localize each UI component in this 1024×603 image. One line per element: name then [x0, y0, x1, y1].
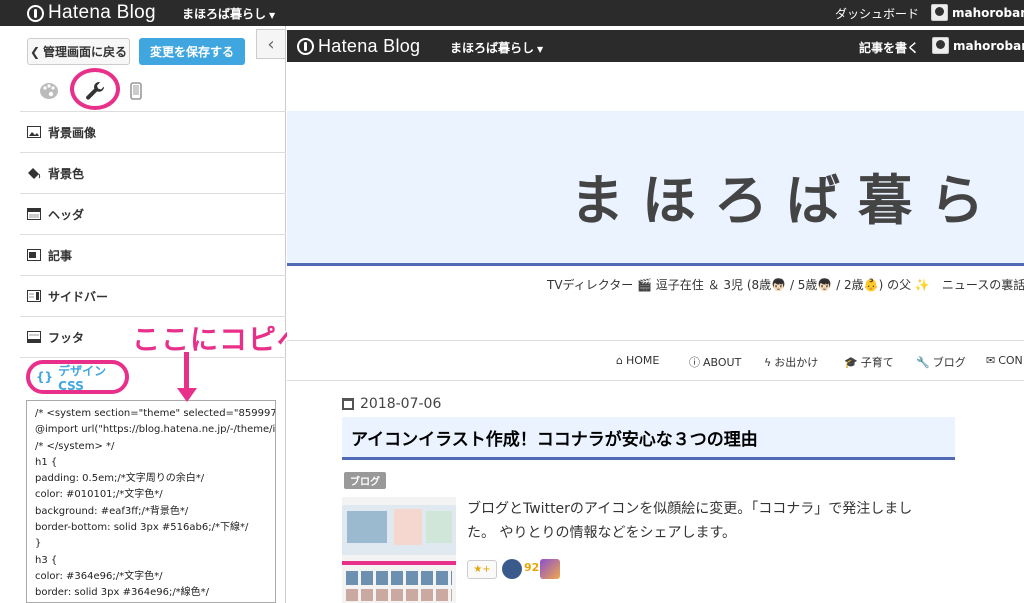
footer-layout-icon [27, 331, 41, 343]
hatena-topbar: Hatena Blog まほろば暮らし▼ ダッシュボード mahoroban▼ [0, 0, 1024, 26]
home-icon: ⌂ [616, 354, 623, 367]
bolt-icon: ϟ [764, 355, 772, 369]
blog-description: TVディレクター 🎬 逗子在住 ＆ 3児 (8歳👦🏻 / 5歳👦🏻 / 2歳👶)… [547, 278, 1024, 292]
star-user-avatar[interactable] [502, 559, 522, 579]
info-icon: ⓘ [689, 356, 700, 369]
graduation-cap-icon: 🎓 [844, 355, 858, 369]
back-to-admin-button[interactable]: ❮ 管理画面に戻る [27, 38, 130, 65]
blog-title[interactable]: まほろば暮ら [570, 156, 1002, 235]
post-excerpt: ブログとTwitterのアイコンを似顔絵に変更。「ココナラ」で発注しまし た。 … [467, 501, 913, 541]
divider [287, 340, 1024, 341]
tab-theme[interactable] [34, 76, 64, 106]
section-background-image[interactable]: 背景画像 [20, 111, 286, 152]
header-layout-icon [27, 208, 41, 220]
design-css-heading[interactable]: {} デザインCSS [26, 360, 129, 394]
preview-blog-switcher[interactable]: まほろば暮らし ▼ [450, 39, 543, 56]
dashboard-link[interactable]: ダッシュボード [835, 5, 919, 22]
annotation-copy-here: ここにコピペ [132, 323, 307, 356]
design-css-textarea[interactable]: /* <system section="theme" selected="859… [26, 400, 276, 603]
arrow-down-icon [177, 388, 197, 402]
nav-outings[interactable]: ϟ お出かけ [764, 354, 818, 370]
post-thumbnail[interactable] [342, 497, 456, 603]
nav-home[interactable]: ⌂ HOME [616, 354, 659, 367]
left-edge [0, 26, 20, 603]
preview-user-menu[interactable]: mahoroban▼ [932, 37, 1024, 54]
hatena-logo-icon [297, 37, 314, 55]
section-background-color[interactable]: 背景色 [20, 152, 286, 193]
nav-contact[interactable]: ✉ CON [986, 354, 1023, 367]
user-menu[interactable]: mahoroban▼ [931, 4, 1024, 21]
nav-blog[interactable]: 🔧 ブログ [916, 354, 966, 370]
annotation-arrow [184, 352, 189, 392]
envelope-icon: ✉ [986, 354, 996, 367]
post-title[interactable]: アイコンイラスト作成！ココナラが安心な３つの理由 [342, 417, 955, 460]
preview-topbar: Hatena Blog まほろば暮らし▼ 記事を書く mahoroban▼ [287, 30, 1024, 62]
avatar [931, 4, 948, 21]
chevron-left-icon: ‹ [267, 33, 275, 55]
design-panel: ‹ ❮ 管理画面に戻る 変更を保存する 背景画像 背景色 ヘッダ 記事 サイドバー… [20, 26, 286, 603]
tab-smartphone[interactable] [121, 76, 151, 106]
article-layout-icon [27, 249, 41, 261]
nav-about[interactable]: ⓘ ABOUT [689, 354, 741, 370]
braces-icon: {} [36, 370, 54, 384]
palette-icon [40, 83, 58, 99]
preview-hatena-logo[interactable]: Hatena Blog [297, 33, 420, 59]
caret-down-icon: ▼ [269, 11, 276, 20]
nav-parenting[interactable]: 🎓 子育て [844, 354, 894, 370]
chevron-left-icon: ❮ [29, 44, 41, 59]
star-user-avatar[interactable] [540, 559, 560, 579]
star-count[interactable]: 92 [524, 561, 539, 574]
divider [287, 380, 1024, 381]
blog-preview: Hatena Blog まほろば暮らし▼ 記事を書く mahoroban▼ まほ… [287, 26, 1024, 603]
design-tabs [20, 68, 286, 116]
section-sidebar[interactable]: サイドバー [20, 275, 286, 316]
section-header[interactable]: ヘッダ [20, 193, 286, 234]
add-star-button[interactable]: ★+ [467, 560, 497, 579]
category-badge[interactable]: ブログ [344, 472, 386, 489]
paint-bucket-icon [28, 168, 41, 179]
wrench-icon: 🔧 [916, 355, 930, 369]
post-date: 2018-07-06 [342, 396, 441, 412]
blog-switcher[interactable]: まほろば暮らし ▼ [182, 5, 275, 22]
section-article[interactable]: 記事 [20, 234, 286, 275]
avatar [932, 37, 949, 54]
image-icon [27, 126, 41, 138]
highlight-circle [70, 68, 120, 110]
smartphone-icon [130, 82, 142, 100]
hatena-logo-icon [27, 4, 44, 22]
save-changes-button[interactable]: 変更を保存する [139, 38, 245, 65]
collapse-panel-button[interactable]: ‹ [256, 29, 286, 59]
calendar-icon [342, 398, 354, 410]
sidebar-layout-icon [27, 290, 41, 302]
caret-down-icon: ▼ [537, 45, 544, 54]
hatena-logo[interactable]: Hatena Blog [27, 0, 156, 26]
write-post-link[interactable]: 記事を書く [859, 39, 919, 56]
